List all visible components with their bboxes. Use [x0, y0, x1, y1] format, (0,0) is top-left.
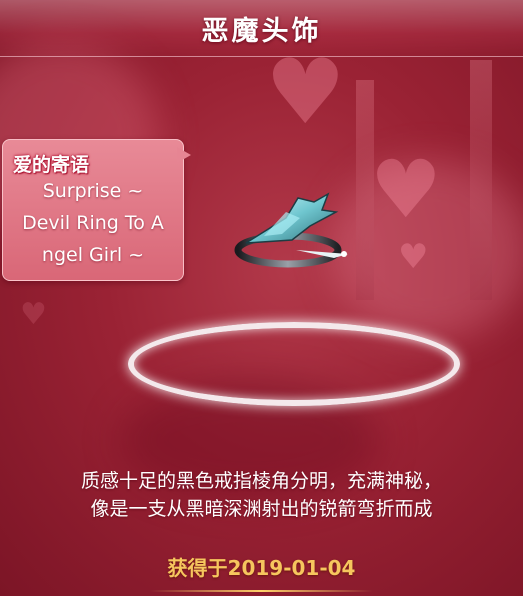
heart-decoration-icon: ♥: [398, 237, 429, 277]
item-pedestal-ring: [128, 322, 460, 406]
title-bar: 恶魔头饰: [0, 0, 523, 57]
message-card: 爱的寄语 Surprise ~ Devil Ring To A ngel Gir…: [2, 139, 184, 281]
page-title: 恶魔头饰: [201, 15, 322, 47]
heart-decoration-icon: ♥: [20, 297, 47, 332]
divider: [150, 590, 373, 592]
item-description-line: 像是一支从黑暗深渊射出的锐箭弯折而成: [90, 498, 433, 520]
speech-bubble-pointer: [177, 147, 191, 163]
devil-ring-icon: [226, 188, 356, 278]
message-heading: 爱的寄语: [13, 154, 90, 176]
message-line: Devil Ring To A: [22, 212, 164, 234]
item-description-line: 质感十足的黑色戒指棱角分明，充满神秘，: [80, 470, 442, 492]
heart-decoration-icon: ♥: [370, 143, 442, 236]
heart-decoration-icon: ♥: [265, 40, 346, 145]
acquired-date: 获得于2019-01-04: [167, 556, 356, 580]
message-line: Surprise ~: [42, 180, 144, 202]
message-line: ngel Girl ~: [41, 244, 145, 266]
